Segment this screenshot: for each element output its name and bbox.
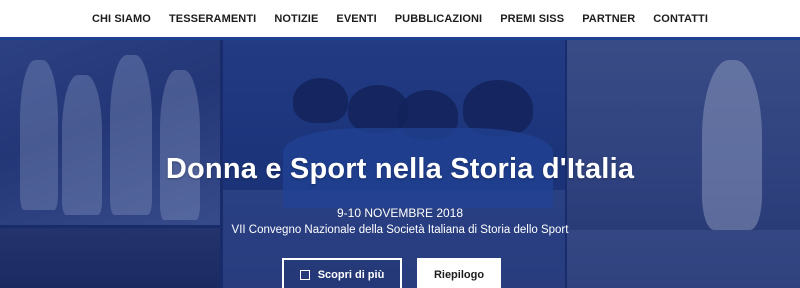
nav-item-notizie[interactable]: NOTIZIE bbox=[274, 13, 318, 25]
nav-item-chi-siamo[interactable]: CHI SIAMO bbox=[92, 13, 151, 25]
nav-item-pubblicazioni[interactable]: PUBBLICAZIONI bbox=[395, 13, 482, 25]
hero-title: Donna e Sport nella Storia d'Italia bbox=[165, 153, 635, 185]
checkbox-icon bbox=[299, 270, 310, 280]
discover-more-label: Scopri di più bbox=[317, 269, 385, 281]
nav-item-partner[interactable]: PARTNER bbox=[582, 13, 635, 25]
nav-item-eventi[interactable]: EVENTI bbox=[336, 13, 376, 25]
summary-button[interactable]: Riepilogo bbox=[417, 258, 501, 288]
top-navigation: CHI SIAMO TESSERAMENTI NOTIZIE EVENTI PU… bbox=[0, 0, 800, 40]
discover-more-button[interactable]: Scopri di più bbox=[282, 258, 402, 288]
event-date: 9-10 NOVEMBRE 2018 bbox=[336, 206, 464, 220]
summary-label: Riepilogo bbox=[433, 269, 485, 281]
nav-list: CHI SIAMO TESSERAMENTI NOTIZIE EVENTI PU… bbox=[92, 13, 708, 25]
nav-item-premi-siss[interactable]: PREMI SISS bbox=[500, 13, 564, 25]
nav-item-tesseramenti[interactable]: TESSERAMENTI bbox=[169, 13, 256, 25]
hero-banner: Donna e Sport nella Storia d'Italia 9-10… bbox=[0, 40, 800, 288]
event-subtitle: VII Convegno Nazionale della Società Ita… bbox=[231, 224, 569, 236]
nav-item-contatti[interactable]: CONTATTI bbox=[653, 13, 708, 25]
